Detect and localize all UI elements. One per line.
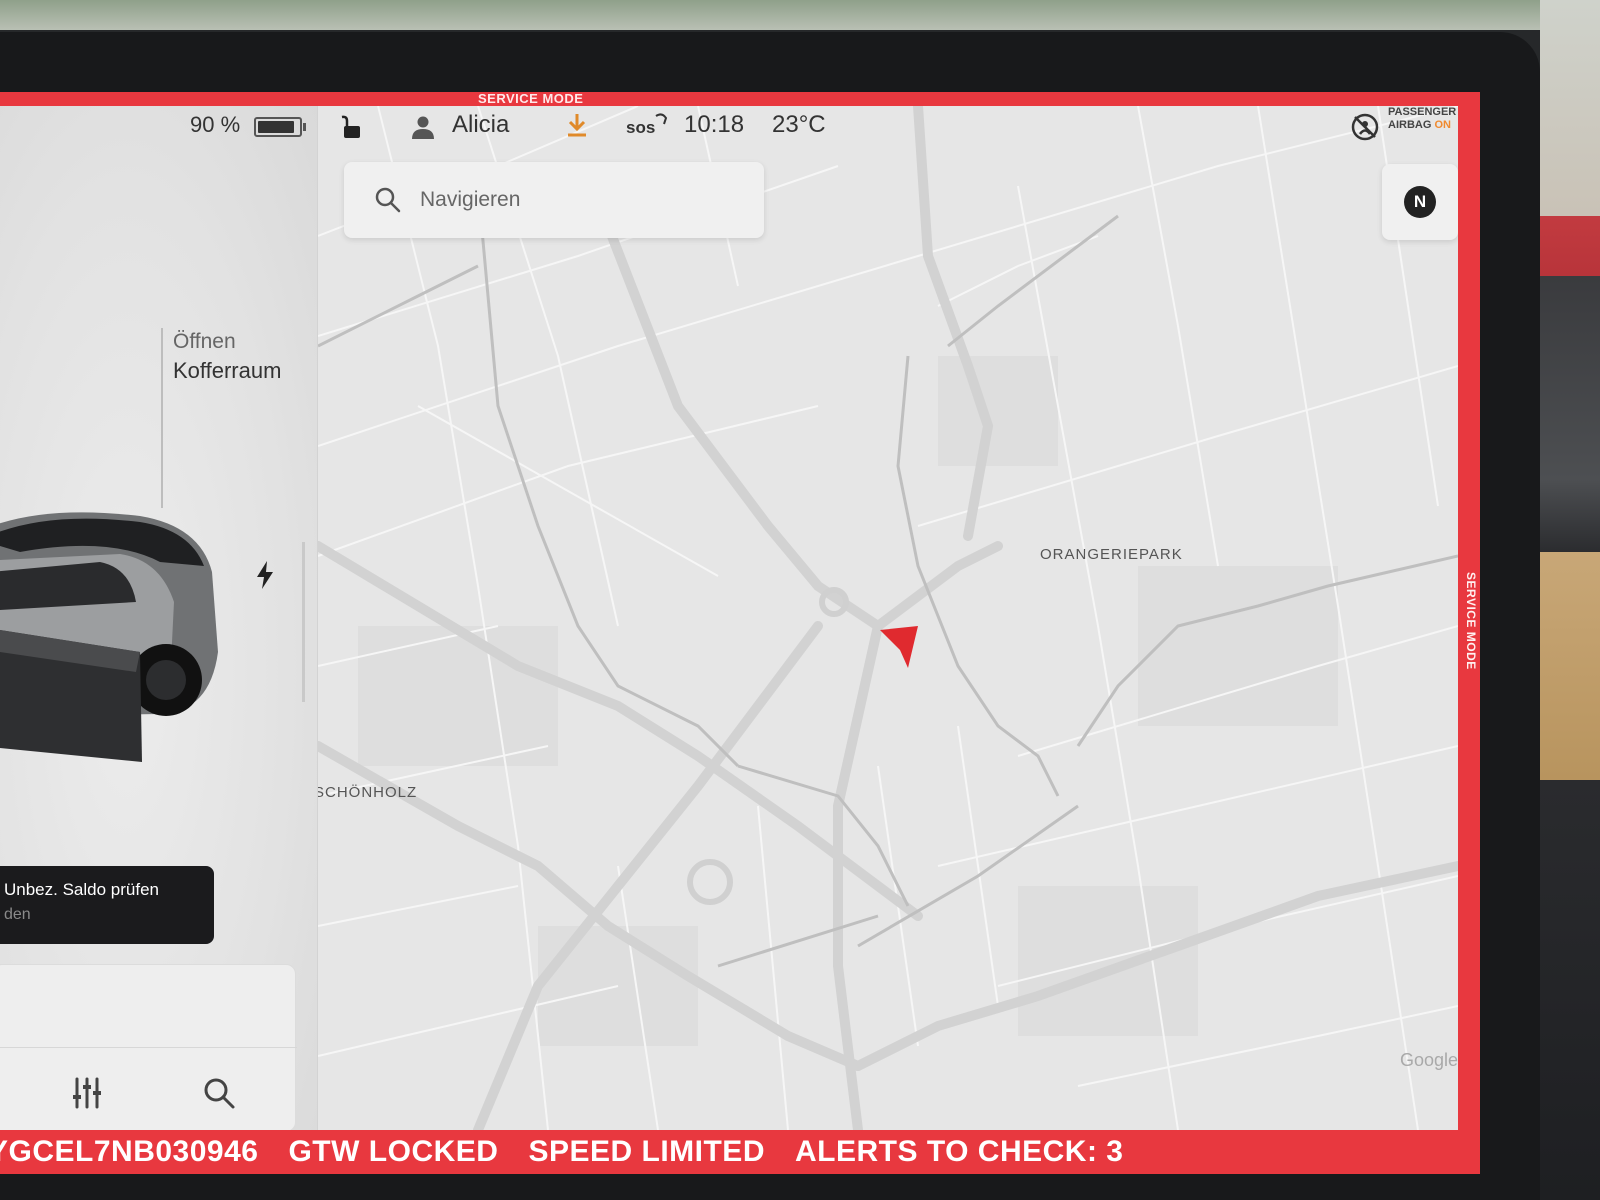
notification-toast[interactable]: Unbez. Saldo prüfen den: [0, 866, 214, 944]
map-place-label: ORANGERIEPARK: [1040, 546, 1183, 563]
sos-button[interactable]: sos: [626, 118, 655, 138]
service-mode-side-label: SERVICE MODE: [1464, 572, 1478, 670]
download-icon[interactable]: [566, 112, 588, 138]
alerts-status: ALERTS TO CHECK: 3: [794, 1135, 1124, 1168]
battery-icon: [254, 117, 306, 137]
clock: 10:18: [684, 111, 745, 138]
vehicle-panel: Öffnen Kofferraum Unbez. Saldo prüfen de…: [0, 106, 318, 1130]
car-interior: [1540, 0, 1600, 1200]
sliders-icon[interactable]: [69, 1075, 105, 1111]
airbag-label-line2: AIRBAG: [1388, 119, 1432, 131]
nav-arrow-icon: [880, 626, 918, 668]
service-mode-label: SERVICE MODE: [478, 92, 584, 106]
touchscreen: SERVICE MODE Navigieren N ORANGERIEPARK …: [0, 92, 1480, 1174]
screen-content: N ORANGERIEPARK SCHÖNHOLZ Google Öffnen …: [0, 106, 1458, 1130]
trunk-pointer-line: [161, 328, 163, 508]
outside-temperature: 23°C: [772, 111, 826, 138]
compass-icon: N: [1404, 186, 1436, 218]
charge-bolt-icon: [257, 561, 273, 589]
speed-status: SPEED LIMITED: [528, 1135, 765, 1168]
map-view[interactable]: [318, 106, 1458, 1130]
compass-button[interactable]: N: [1382, 164, 1458, 240]
trunk-open-button[interactable]: Kofferraum: [173, 358, 281, 384]
search-icon[interactable]: [201, 1075, 237, 1111]
app-dock: [0, 964, 297, 1130]
navigate-input[interactable]: [420, 184, 740, 216]
vin-label: YGCEL7NB030946: [0, 1135, 259, 1168]
trunk-action-label[interactable]: Öffnen: [173, 330, 236, 354]
lock-open-icon[interactable]: [338, 114, 364, 140]
airbag-label-line1: PASSENGER: [1388, 106, 1457, 118]
airbag-off-icon: [1351, 113, 1379, 141]
gtw-status: GTW LOCKED: [288, 1135, 499, 1168]
navigate-search-box[interactable]: [344, 162, 764, 238]
airbag-state: ON: [1434, 119, 1451, 131]
search-icon: [375, 187, 401, 213]
map-place-label: SCHÖNHOLZ: [314, 784, 418, 801]
toast-subtitle: den: [4, 906, 31, 923]
dock-divider: [0, 1047, 297, 1048]
user-icon[interactable]: [410, 114, 436, 140]
map-attribution: Google: [1400, 1050, 1458, 1070]
battery-percent: 90 %: [190, 112, 241, 137]
passenger-airbag-status: PASSENGER AIRBAG ON: [1388, 106, 1456, 132]
vehicle-image[interactable]: [0, 502, 230, 762]
toast-title: Unbez. Saldo prüfen: [4, 880, 159, 899]
service-status-strip: YGCEL7NB030946 GTW LOCKED SPEED LIMITED …: [0, 1130, 1480, 1174]
battery-level: [258, 121, 294, 133]
panel-divider: [302, 542, 305, 702]
status-bar: 90 % Alicia sos 10:18 23°C PASSENGER AIR…: [0, 106, 1458, 146]
map-streets: [318, 106, 1458, 1130]
driver-profile-name[interactable]: Alicia: [452, 111, 509, 139]
phone-icon: [655, 113, 668, 125]
